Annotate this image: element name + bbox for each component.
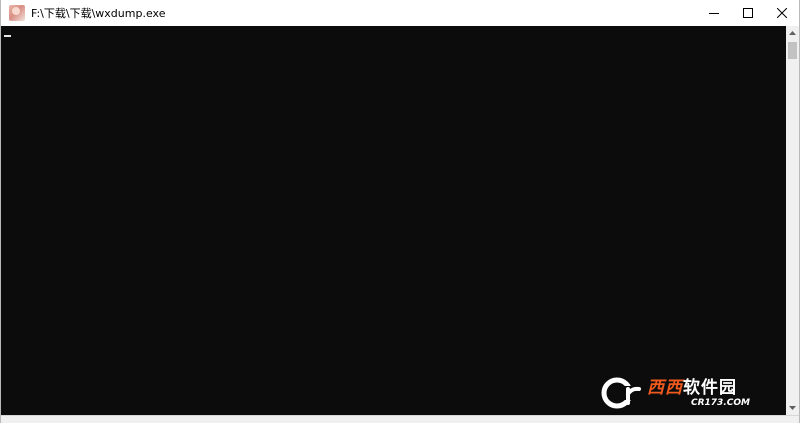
window-title: F:\下载\下载\wxdump.exe	[31, 7, 166, 20]
maximize-icon	[743, 8, 753, 18]
watermark-brand-accent: 西西	[647, 377, 683, 398]
watermark-brand-rest: 软件园	[683, 377, 737, 398]
scrollbar-thumb[interactable]	[788, 42, 797, 59]
watermark-url: CR173.COM	[691, 397, 750, 408]
console-window: F:\下载\下载\wxdump.exe 西西软件园 CR173.COM	[0, 0, 800, 423]
minimize-button[interactable]	[697, 0, 731, 26]
close-button[interactable]	[765, 0, 799, 26]
window-controls	[697, 0, 799, 26]
site-watermark: 西西软件园 CR173.COM	[601, 374, 783, 412]
scroll-down-button[interactable]	[786, 401, 799, 415]
minimize-icon	[709, 13, 719, 14]
scroll-down-arrow-icon	[789, 406, 796, 410]
scroll-up-arrow-icon	[789, 31, 796, 35]
watermark-brand: 西西软件园 CR173.COM	[647, 378, 750, 409]
app-icon[interactable]	[9, 5, 25, 21]
console-output-area[interactable]	[1, 26, 786, 415]
maximize-button[interactable]	[731, 0, 765, 26]
vertical-scrollbar[interactable]	[786, 26, 799, 415]
title-bar[interactable]: F:\下载\下载\wxdump.exe	[1, 0, 799, 26]
text-cursor	[4, 35, 11, 37]
close-icon	[777, 8, 787, 18]
scroll-up-button[interactable]	[786, 26, 799, 40]
window-bottom-edge	[1, 415, 799, 423]
watermark-brand-name: 西西软件园	[647, 378, 750, 398]
cr173-logo-icon	[601, 377, 641, 409]
